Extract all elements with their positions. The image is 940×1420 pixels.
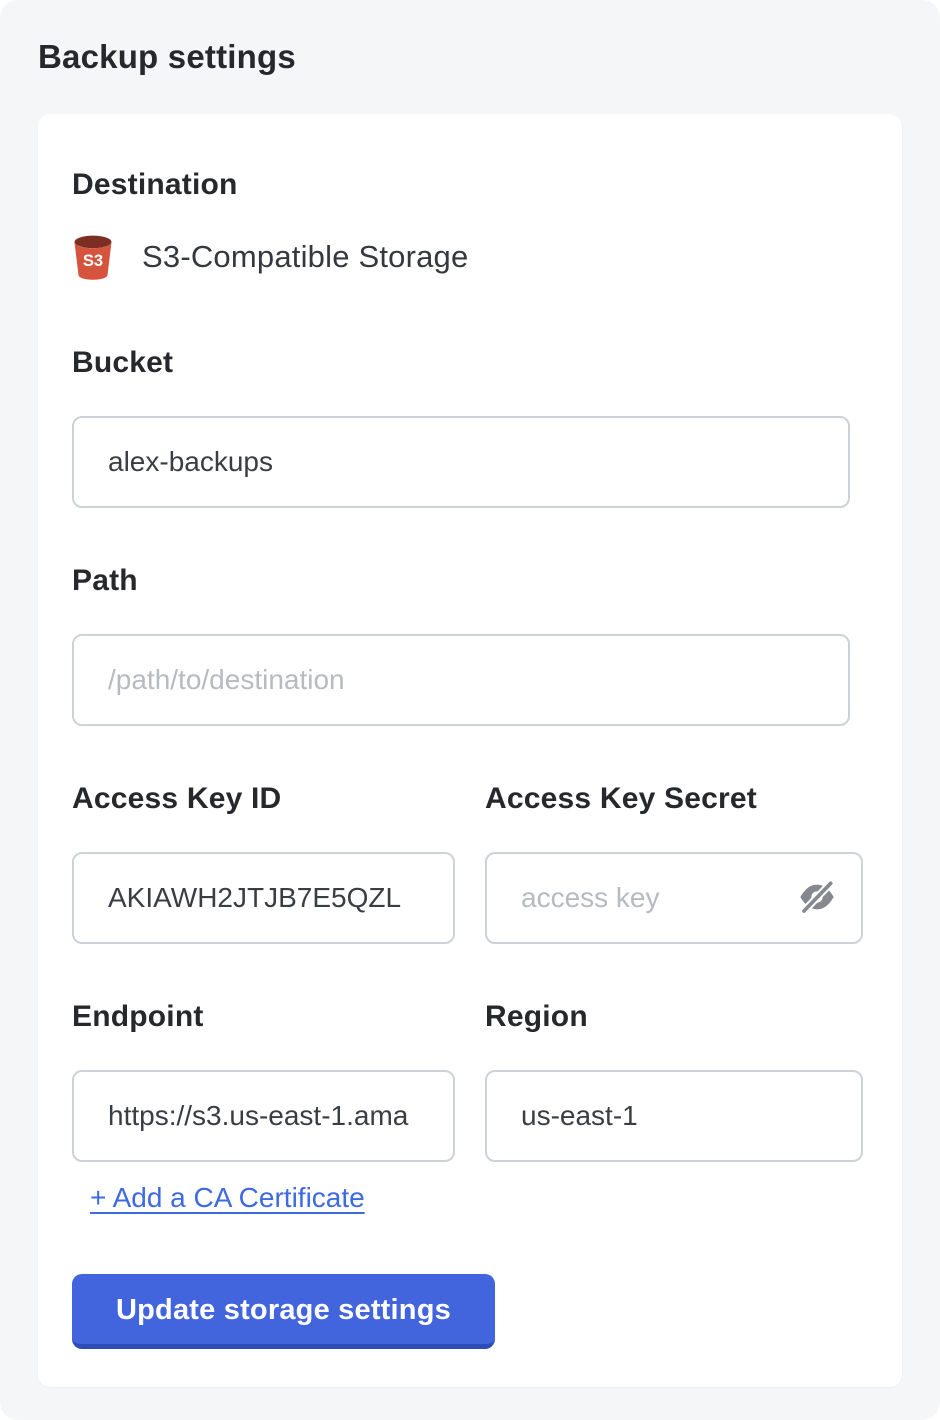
eye-off-icon (797, 877, 837, 920)
bucket-label: Bucket (72, 346, 850, 380)
region-input[interactable] (485, 1070, 863, 1162)
region-field-group: Region (485, 1000, 863, 1162)
storage-settings-card: Destination S3 S3-Compatible Storage Buc… (38, 114, 902, 1387)
page-title: Backup settings (38, 38, 902, 76)
backup-settings-page: Backup settings Destination S3 S3-Compat… (0, 0, 940, 1420)
access-key-id-input[interactable] (72, 852, 455, 944)
endpoint-region-row: Endpoint Region (72, 1000, 850, 1162)
path-input[interactable] (72, 634, 850, 726)
access-key-id-field-group: Access Key ID (72, 782, 455, 944)
access-key-secret-field-group: Access Key Secret (485, 782, 863, 944)
path-field-group: Path (72, 564, 850, 726)
update-storage-settings-button[interactable]: Update storage settings (72, 1274, 495, 1349)
region-label: Region (485, 1000, 863, 1034)
destination-label: Destination (72, 168, 850, 202)
destination-row: S3 S3-Compatible Storage (72, 234, 850, 280)
access-key-row: Access Key ID Access Key Secret (72, 782, 850, 944)
s3-bucket-icon: S3 (72, 234, 114, 280)
endpoint-label: Endpoint (72, 1000, 455, 1034)
endpoint-input[interactable] (72, 1070, 455, 1162)
path-label: Path (72, 564, 850, 598)
toggle-secret-visibility-button[interactable] (793, 874, 841, 922)
endpoint-field-group: Endpoint (72, 1000, 455, 1162)
add-ca-certificate-link[interactable]: + Add a CA Certificate (90, 1182, 365, 1214)
access-key-secret-label: Access Key Secret (485, 782, 863, 816)
bucket-field-group: Bucket (72, 346, 850, 508)
access-key-secret-input-wrap (485, 852, 863, 944)
bucket-input[interactable] (72, 416, 850, 508)
access-key-id-label: Access Key ID (72, 782, 455, 816)
svg-text:S3: S3 (83, 251, 103, 270)
destination-value: S3-Compatible Storage (142, 239, 468, 275)
